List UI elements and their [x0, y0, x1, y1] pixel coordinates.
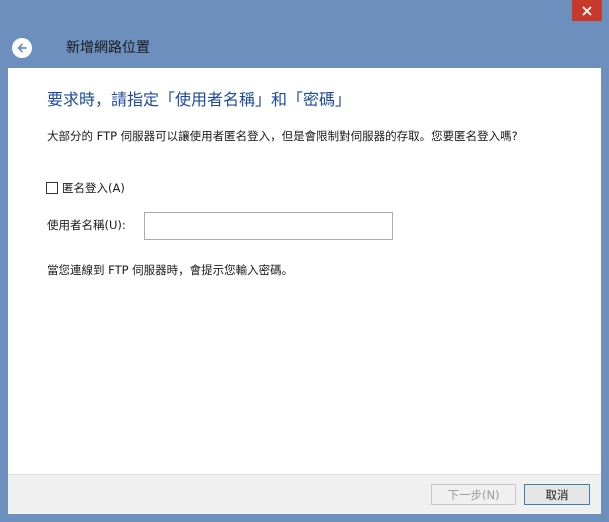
anonymous-login-checkbox[interactable] — [46, 182, 58, 194]
arrow-left-circle-icon — [17, 43, 27, 53]
next-button[interactable]: 下一步(N) — [431, 484, 516, 505]
description-text: 大部分的 FTP 伺服器可以讓使用者匿名登入，但是會限制對伺服器的存取。您要匿名… — [47, 129, 518, 143]
anonymous-login-label: 匿名登入(A) — [62, 181, 125, 195]
anonymous-login-row[interactable]: 匿名登入(A) — [46, 180, 125, 196]
close-icon — [582, 5, 592, 16]
page-heading: 要求時，請指定「使用者名稱」和「密碼」 — [47, 90, 352, 109]
back-button[interactable] — [12, 38, 32, 58]
username-input[interactable] — [144, 212, 393, 240]
cancel-button[interactable]: 取消 — [524, 484, 590, 505]
content-panel: 要求時，請指定「使用者名稱」和「密碼」 大部分的 FTP 伺服器可以讓使用者匿名… — [8, 68, 601, 474]
title-bar[interactable] — [0, 0, 609, 32]
username-label: 使用者名稱(U): — [47, 218, 126, 232]
wizard-header: 新增網路位置 — [0, 32, 609, 68]
wizard-title: 新增網路位置 — [66, 40, 150, 56]
dialog-window: 新增網路位置 要求時，請指定「使用者名稱」和「密碼」 大部分的 FTP 伺服器可… — [0, 0, 609, 522]
close-button[interactable] — [572, 0, 602, 21]
button-bar: 下一步(N) 取消 — [8, 474, 601, 514]
password-note: 當您連線到 FTP 伺服器時，會提示您輸入密碼。 — [47, 263, 294, 277]
